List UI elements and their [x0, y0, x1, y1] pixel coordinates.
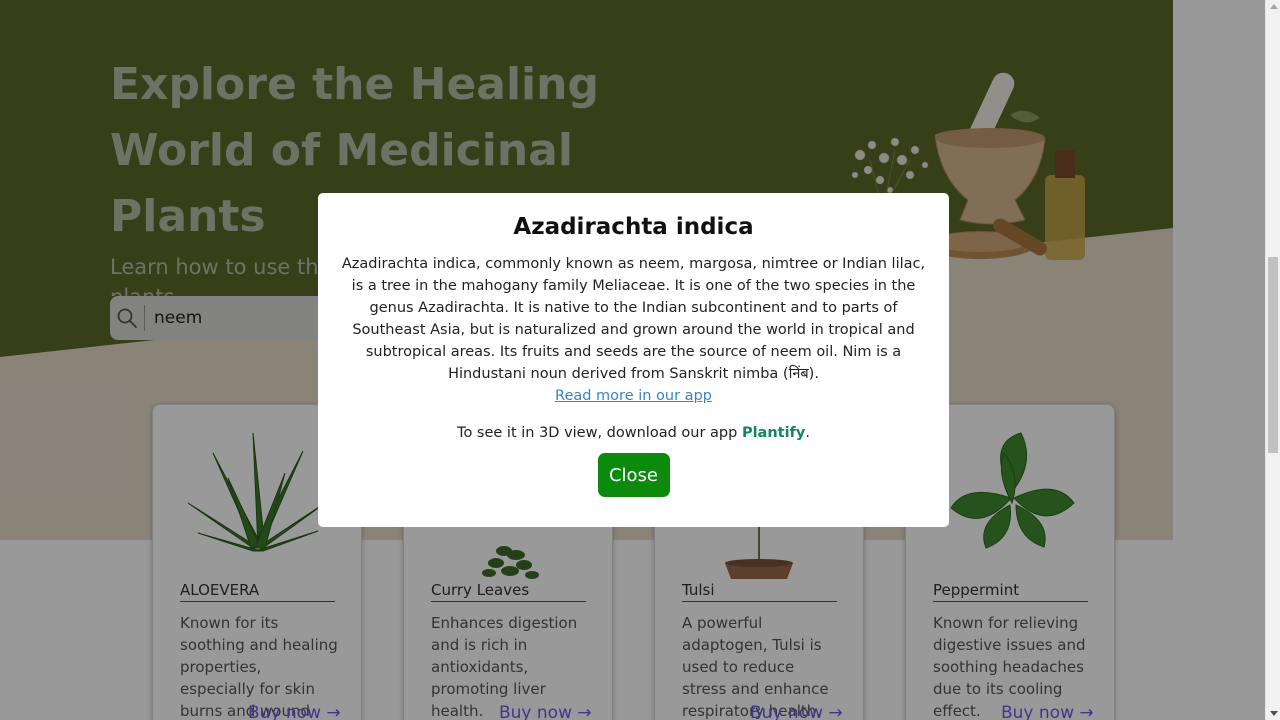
download-prompt: To see it in 3D view, download our app P…: [318, 422, 949, 444]
modal-description: Azadirachta indica, commonly known as ne…: [341, 256, 926, 382]
app-name: Plantify: [741, 425, 806, 441]
download-text: To see it in 3D view, download our app: [457, 425, 742, 441]
plant-info-modal: Azadirachta indica Azadirachta indica, c…: [318, 193, 949, 527]
scroll-down-arrow-icon[interactable]: [1270, 711, 1278, 716]
page: Explore the Healing World of Medicinal P…: [0, 0, 1265, 720]
read-more-link[interactable]: Read more in our app: [555, 385, 712, 407]
modal-title: Azadirachta indica: [513, 214, 754, 240]
scrollbar[interactable]: [1265, 0, 1280, 720]
close-button[interactable]: Close: [597, 453, 670, 497]
scrollbar-thumb[interactable]: [1268, 257, 1278, 453]
download-suffix: .: [805, 425, 810, 441]
scroll-up-arrow-icon[interactable]: [1270, 4, 1278, 9]
